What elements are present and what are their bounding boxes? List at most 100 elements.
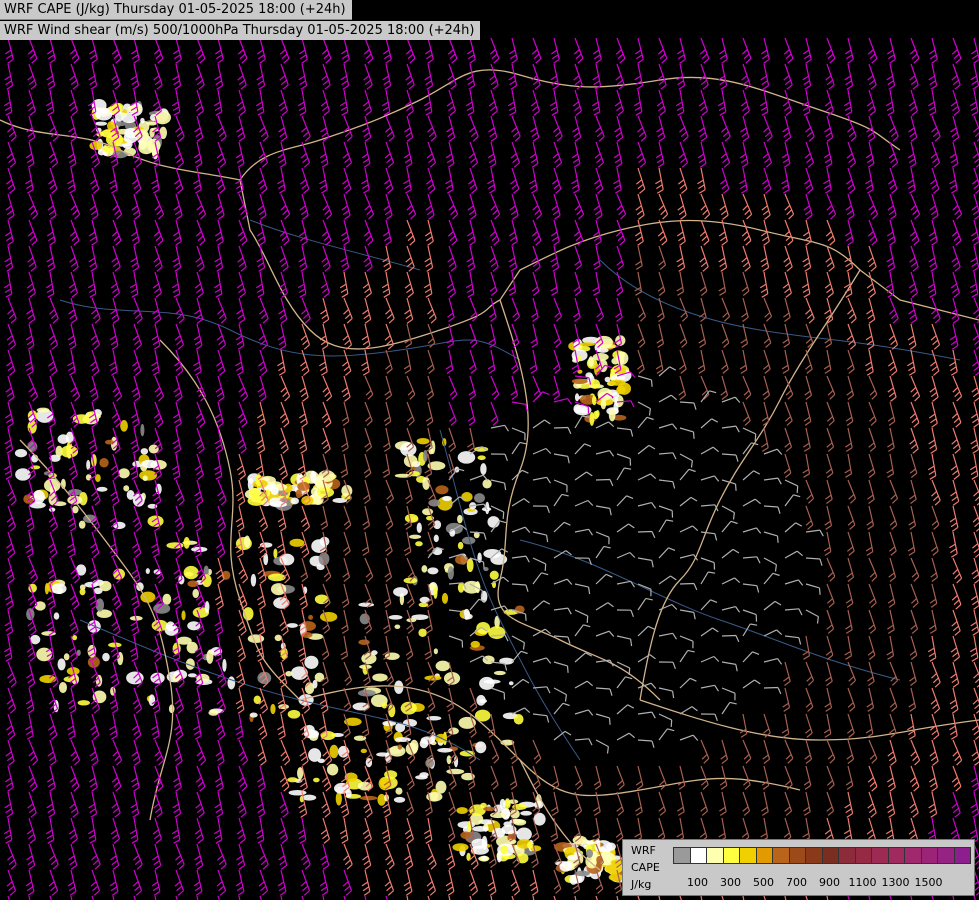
cape-cell bbox=[456, 807, 468, 814]
cape-cell bbox=[437, 748, 453, 753]
cape-cell bbox=[488, 626, 506, 640]
cape-cell bbox=[472, 826, 489, 832]
cape-cell bbox=[295, 489, 302, 499]
cape-cell bbox=[72, 505, 79, 514]
cape-cell bbox=[441, 592, 449, 604]
cape-cell bbox=[474, 493, 485, 503]
cape-cell bbox=[475, 741, 487, 754]
legend-swatch bbox=[706, 847, 724, 864]
cape-cell bbox=[513, 713, 524, 725]
cape-cell bbox=[476, 694, 486, 706]
cape-cell bbox=[247, 634, 265, 644]
cape-cell bbox=[250, 573, 257, 587]
cape-cell bbox=[457, 541, 464, 550]
cape-cell bbox=[508, 681, 514, 686]
cape-cell bbox=[500, 847, 507, 855]
cape-cell bbox=[384, 770, 398, 779]
cape-cell bbox=[123, 485, 130, 492]
cape-cell bbox=[579, 342, 596, 347]
cape-cell bbox=[480, 855, 489, 861]
cape-cell bbox=[435, 485, 449, 495]
cape-cell bbox=[384, 652, 400, 660]
cape-cell bbox=[594, 363, 600, 376]
legend-swatch bbox=[772, 847, 790, 864]
cape-cell bbox=[139, 470, 157, 481]
cape-cell bbox=[608, 408, 616, 422]
legend-swatch bbox=[953, 847, 971, 864]
cape-cell bbox=[433, 648, 438, 655]
cape-cell bbox=[314, 594, 329, 605]
cape-cell bbox=[329, 744, 339, 759]
legend-label-model: WRF bbox=[631, 844, 656, 857]
cape-cell bbox=[146, 121, 157, 126]
cape-cell bbox=[393, 587, 408, 597]
legend-tick-label: 1500 bbox=[914, 876, 943, 889]
cape-cell bbox=[480, 463, 487, 475]
cape-cell bbox=[79, 588, 86, 596]
cape-cell bbox=[395, 787, 403, 795]
cape-cell bbox=[435, 660, 451, 672]
legend-swatch bbox=[871, 847, 889, 864]
cape-cell bbox=[291, 666, 308, 680]
cape-cell bbox=[400, 442, 417, 457]
cape-cell bbox=[404, 513, 419, 523]
legend-swatch bbox=[739, 847, 757, 864]
cape-cell bbox=[141, 459, 158, 469]
legend-tick-label: 1100 bbox=[848, 876, 877, 889]
cape-cell bbox=[51, 583, 67, 595]
cape-cell bbox=[427, 567, 439, 575]
legend-swatch bbox=[805, 847, 823, 864]
cape-cell bbox=[409, 534, 422, 539]
cape-cell bbox=[415, 775, 428, 780]
cape-cell bbox=[308, 748, 322, 762]
cape-cell bbox=[168, 704, 175, 714]
cape-cell bbox=[57, 434, 69, 444]
cape-cell bbox=[138, 141, 155, 155]
cape-cell bbox=[585, 849, 594, 858]
cape-cell bbox=[360, 748, 367, 754]
cape-cell bbox=[313, 777, 320, 783]
cape-cell bbox=[304, 655, 319, 669]
cape-cell bbox=[319, 611, 338, 622]
legend-tick-label: 100 bbox=[687, 876, 708, 889]
cape-cell bbox=[608, 873, 623, 882]
cape-cell bbox=[393, 796, 406, 803]
cape-cell bbox=[447, 566, 454, 580]
cape-cell bbox=[452, 843, 469, 852]
legend-swatch bbox=[722, 847, 740, 864]
cape-cell bbox=[72, 634, 78, 641]
legend-swatch bbox=[821, 847, 839, 864]
cape-cell bbox=[227, 676, 236, 690]
cape-cell bbox=[394, 737, 411, 743]
cape-cell bbox=[78, 520, 86, 529]
cape-cell bbox=[270, 703, 276, 715]
legend-swatch bbox=[937, 847, 955, 864]
cape-cell bbox=[58, 682, 68, 694]
cape-cell bbox=[315, 496, 320, 501]
cape-cell bbox=[308, 614, 314, 620]
cape-cell bbox=[335, 791, 342, 806]
cape-cell bbox=[23, 494, 34, 504]
cape-cell bbox=[310, 470, 317, 484]
cape-cell bbox=[206, 650, 214, 664]
cape-cell bbox=[181, 610, 186, 621]
cape-wind-shear-map bbox=[0, 0, 979, 900]
cape-cell bbox=[249, 712, 258, 718]
legend-swatch bbox=[920, 847, 938, 864]
cape-cell bbox=[99, 580, 112, 592]
cape-cell bbox=[208, 710, 219, 716]
cape-cell bbox=[493, 670, 506, 676]
cape-cell bbox=[99, 458, 109, 468]
cape-cell bbox=[118, 468, 130, 479]
cape-cell bbox=[318, 470, 336, 483]
cape-cell bbox=[571, 378, 588, 385]
cape-cell bbox=[183, 537, 190, 549]
cape-cell bbox=[600, 398, 607, 410]
cape-cell bbox=[84, 581, 99, 588]
cape-cell bbox=[591, 395, 597, 406]
cape-cell bbox=[388, 615, 403, 620]
legend-swatch bbox=[689, 847, 707, 864]
cape-legend: WRF CAPE J/kg 100 300 500 700 900 1100 1300 150… bbox=[622, 839, 975, 896]
cape-cell bbox=[287, 709, 301, 719]
legend-swatch bbox=[673, 847, 691, 864]
